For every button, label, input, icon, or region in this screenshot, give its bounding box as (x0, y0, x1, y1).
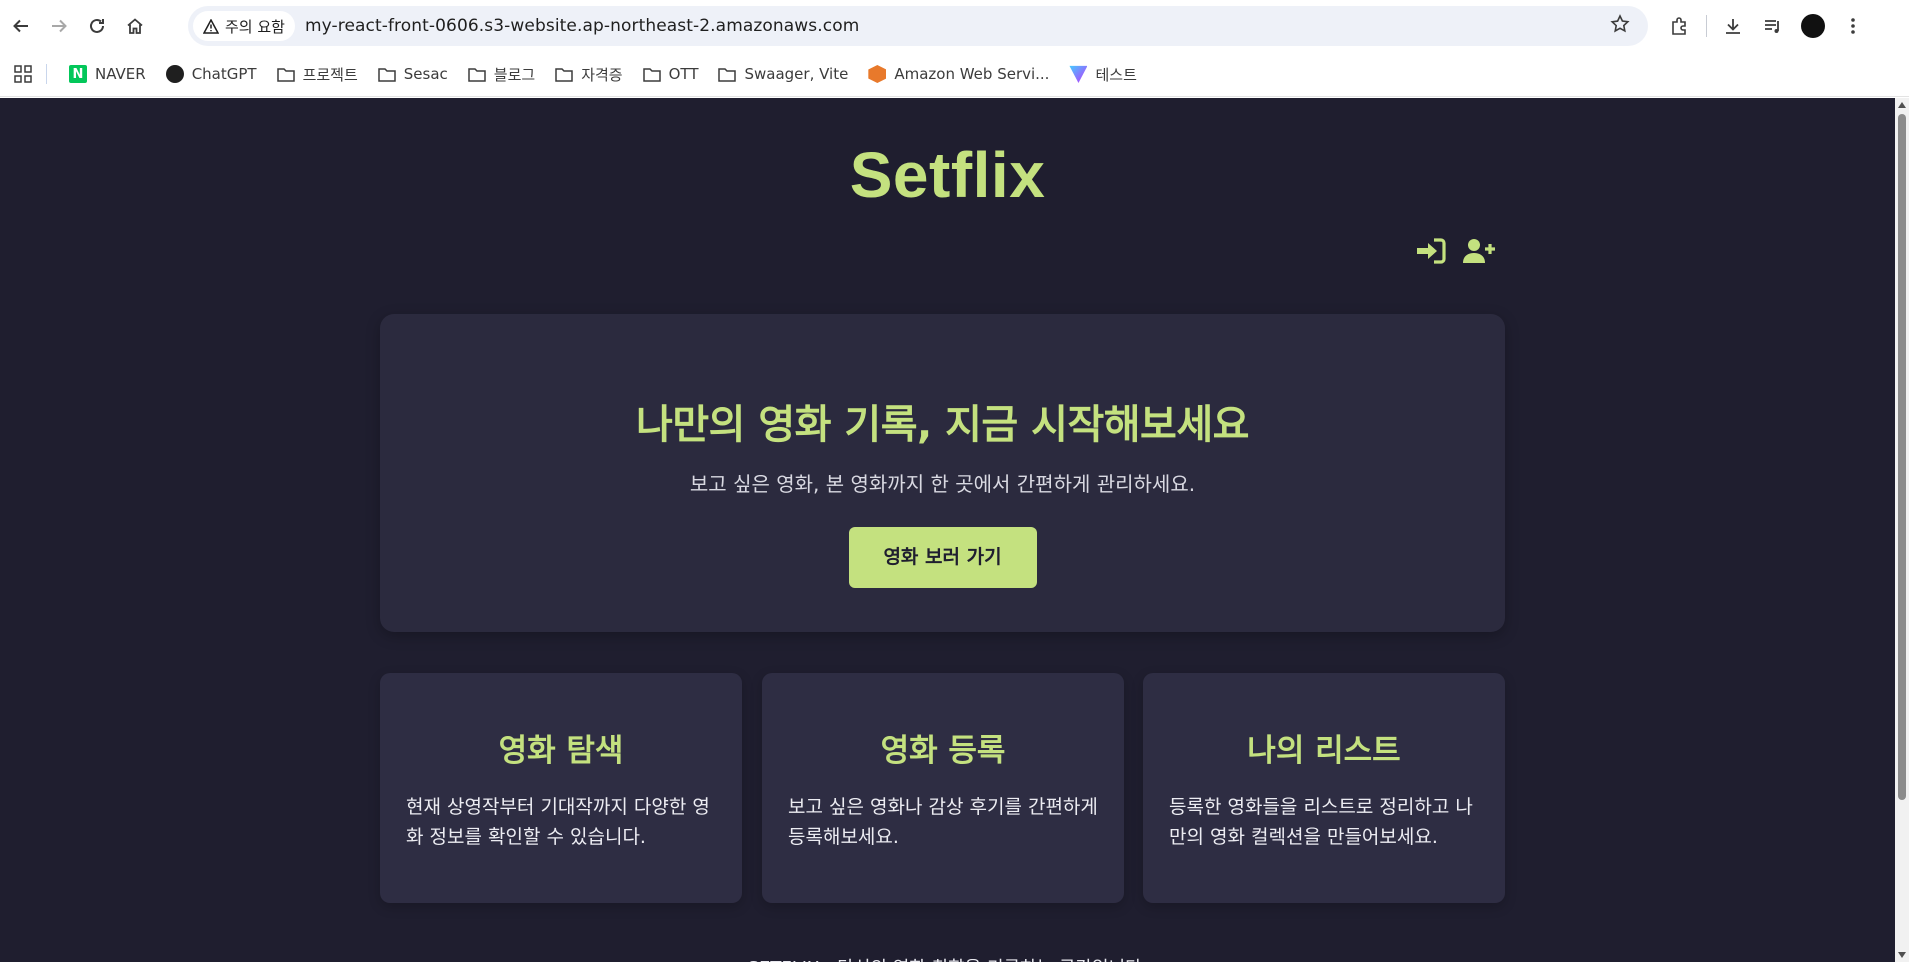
feature-card-title: 나의 리스트 (1247, 733, 1401, 769)
menu-button[interactable] (1833, 6, 1873, 46)
feature-card-desc: 현재 상영작부터 기대작까지 다양한 영화 정보를 확인할 수 있습니다. (406, 796, 710, 848)
page-scrollbar[interactable] (1895, 98, 1909, 962)
bookmark-folder-project[interactable]: 프로젝트 (267, 59, 368, 89)
bookmark-label: 테스트 (1095, 65, 1137, 84)
bookmark-label: Amazon Web Servi... (894, 65, 1050, 83)
playlist-icon (1765, 20, 1779, 33)
chatgpt-favicon-icon (165, 65, 184, 83)
download-icon (1726, 19, 1740, 34)
puzzle-icon (1672, 17, 1686, 35)
vite-favicon-icon (1069, 65, 1088, 83)
bookmark-folder-swagger-vite[interactable]: Swaager, Vite (708, 59, 858, 89)
bookmarks-bar: N NAVER ChatGPT 프로젝트 Sesac 블로그 자격증 OTT S… (0, 52, 1909, 97)
folder-icon (378, 67, 396, 82)
bookmark-label: 자격증 (581, 65, 623, 84)
feature-card-desc: 보고 싶은 영화나 감상 후기를 간편하게 등록해보세요. (788, 796, 1098, 848)
folder-icon (555, 67, 573, 82)
url-text[interactable]: my-react-front-0606.s3-website.ap-northe… (305, 16, 859, 36)
bookmark-chatgpt[interactable]: ChatGPT (156, 59, 267, 89)
back-button[interactable] (4, 9, 38, 43)
extensions-button[interactable] (1660, 6, 1700, 46)
apps-button[interactable] (0, 65, 46, 83)
bookmark-naver[interactable]: N NAVER (59, 59, 156, 89)
reload-icon (90, 18, 104, 33)
bookmark-folder-certificate[interactable]: 자격증 (545, 59, 632, 89)
warning-icon (203, 18, 219, 34)
hero-title: 나만의 영화 기록, 지금 시작해보세요 (636, 402, 1249, 448)
bookmark-label: 블로그 (493, 65, 536, 84)
security-chip[interactable]: 주의 요함 (193, 11, 295, 41)
footer-text: SETFLIX - 당신의 영화 취향을 기록하는 공간입니다. (0, 954, 1895, 962)
browser-toolbar: 주의 요함 my-react-front-0606.s3-website.ap-… (0, 0, 1909, 52)
scroll-thumb[interactable] (1898, 114, 1906, 800)
bookmark-folder-blog[interactable]: 블로그 (458, 59, 545, 89)
sign-in-icon (1417, 238, 1446, 264)
bookmark-label: NAVER (95, 65, 146, 83)
feature-card-desc: 등록한 영화들을 리스트로 정리하고 나만의 영화 컬렉션을 만들어보세요. (1169, 796, 1473, 848)
go-to-movies-button[interactable]: 영화 보러 가기 (848, 527, 1037, 588)
site-logo[interactable]: Setflix (0, 138, 1895, 212)
feature-cards: 영화 탐색 현재 상영작부터 기대작까지 다양한 영화 정보를 확인할 수 있습… (380, 673, 1505, 903)
profile-button[interactable] (1793, 6, 1833, 46)
bookmarks-divider (46, 64, 47, 84)
reload-button[interactable] (80, 9, 114, 43)
login-button[interactable] (1414, 236, 1448, 266)
toolbar-divider (1706, 15, 1707, 37)
folder-icon (642, 67, 661, 82)
bookmark-aws[interactable]: Amazon Web Servi... (858, 59, 1059, 89)
arrow-left-icon (13, 19, 28, 33)
naver-favicon-icon: N (69, 65, 87, 83)
bookmark-label: 프로젝트 (302, 65, 358, 84)
bookmark-label: OTT (668, 65, 699, 83)
page-content: Setflix 나만의 영화 기록, 지금 시작해보세요 보고 싶은 영화, 본… (0, 98, 1895, 962)
address-bar[interactable]: 주의 요함 my-react-front-0606.s3-website.ap-… (188, 6, 1648, 46)
folder-icon (276, 67, 295, 82)
apps-grid-icon (14, 65, 32, 83)
auth-actions (1414, 236, 1496, 266)
bookmark-label: Swaager, Vite (744, 65, 849, 83)
feature-card-my-list: 나의 리스트 등록한 영화들을 리스트로 정리하고 나만의 영화 컬렉션을 만들… (1143, 673, 1505, 903)
feature-card-title: 영화 등록 (880, 733, 1006, 769)
arrow-right-icon (52, 19, 67, 33)
bookmark-folder-ott[interactable]: OTT (633, 59, 709, 89)
bookmark-folder-sesac[interactable]: Sesac (368, 59, 458, 89)
scroll-down-arrow-icon[interactable] (1898, 952, 1906, 958)
folder-icon (468, 67, 486, 82)
home-icon (127, 18, 143, 34)
bookmark-star-button[interactable] (1610, 14, 1630, 39)
scroll-up-arrow-icon[interactable] (1898, 102, 1906, 108)
feature-card-register: 영화 등록 보고 싶은 영화나 감상 후기를 간편하게 등록해보세요. (762, 673, 1124, 903)
forward-button[interactable] (42, 9, 76, 43)
media-control-button[interactable] (1753, 6, 1793, 46)
user-plus-icon (1463, 239, 1495, 263)
folder-icon (718, 67, 737, 82)
security-label: 주의 요함 (225, 17, 285, 36)
aws-favicon-icon (868, 65, 887, 83)
more-vertical-icon (1851, 18, 1855, 34)
feature-card-title: 영화 탐색 (498, 733, 624, 769)
toolbar-actions (1660, 0, 1873, 52)
bookmark-label: ChatGPT (191, 65, 257, 83)
home-button[interactable] (118, 9, 152, 43)
bookmark-test[interactable]: 테스트 (1059, 59, 1146, 89)
downloads-button[interactable] (1713, 6, 1753, 46)
bookmark-label: Sesac (403, 65, 448, 83)
feature-card-explore: 영화 탐색 현재 상영작부터 기대작까지 다양한 영화 정보를 확인할 수 있습… (380, 673, 742, 903)
hero-subtitle: 보고 싶은 영화, 본 영화까지 한 곳에서 간편하게 관리하세요. (689, 472, 1196, 496)
hero-section: 나만의 영화 기록, 지금 시작해보세요 보고 싶은 영화, 본 영화까지 한 … (380, 314, 1505, 632)
signup-button[interactable] (1462, 236, 1496, 266)
avatar (1801, 14, 1825, 38)
star-icon (1610, 14, 1630, 33)
